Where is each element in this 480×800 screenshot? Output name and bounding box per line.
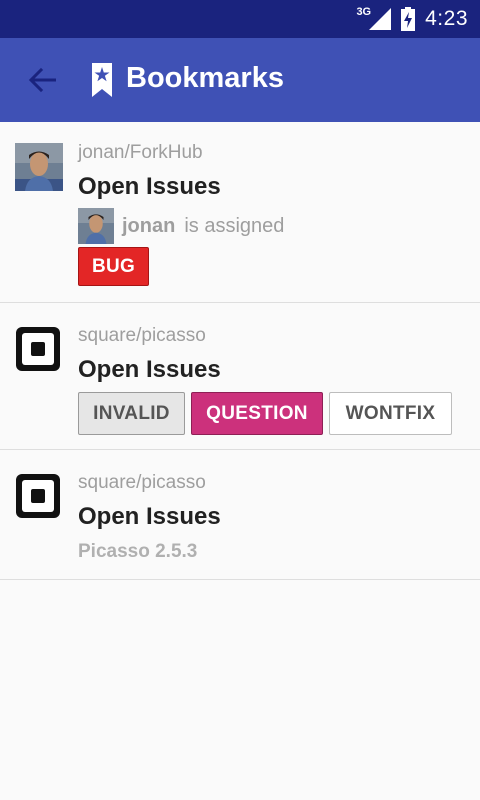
repo-name: square/picasso	[78, 472, 206, 493]
item-title: Open Issues	[78, 356, 221, 383]
label-invalid[interactable]: INVALID	[78, 392, 185, 435]
bookmark-item-square-picasso-milestone[interactable]: square/picasso Open Issues Picasso 2.5.3	[0, 450, 480, 580]
network-type: 3G	[356, 6, 372, 18]
bookmark-list: jonan/ForkHub Open Issues jonan is assig…	[0, 122, 480, 580]
assignee-avatar	[78, 208, 114, 244]
label-row: INVALID QUESTION WONTFIX	[78, 392, 452, 435]
battery-charging-icon	[401, 7, 416, 31]
bookmark-item-jonan-forkhub[interactable]: jonan/ForkHub Open Issues jonan is assig…	[0, 122, 480, 303]
label-question[interactable]: QUESTION	[191, 392, 323, 435]
repo-name: jonan/ForkHub	[78, 142, 203, 163]
item-title: Open Issues	[78, 503, 221, 530]
assigned-text: is assigned	[184, 214, 285, 237]
assignee-name: jonan	[122, 214, 176, 237]
assignee-row: jonan is assigned	[78, 208, 284, 244]
user-avatar	[15, 143, 63, 191]
clock: 4:23	[425, 7, 468, 30]
square-logo-icon	[16, 474, 60, 518]
arrow-back-icon[interactable]	[28, 67, 56, 93]
label-row: BUG	[78, 247, 150, 286]
repo-name: square/picasso	[78, 325, 206, 346]
bookmark-item-square-picasso[interactable]: square/picasso Open Issues INVALID QUEST…	[0, 303, 480, 450]
page-title: Bookmarks	[126, 62, 284, 94]
status-bar: 3G 4:23	[0, 0, 480, 38]
milestone-text: Picasso 2.5.3	[78, 541, 198, 562]
item-title: Open Issues	[78, 173, 221, 200]
signal-icon	[369, 8, 392, 30]
label-bug[interactable]: BUG	[78, 247, 150, 286]
app-bar: Bookmarks	[0, 38, 480, 122]
bookmark-icon	[92, 63, 112, 97]
label-wontfix[interactable]: WONTFIX	[329, 392, 452, 435]
square-logo-icon	[16, 327, 60, 371]
